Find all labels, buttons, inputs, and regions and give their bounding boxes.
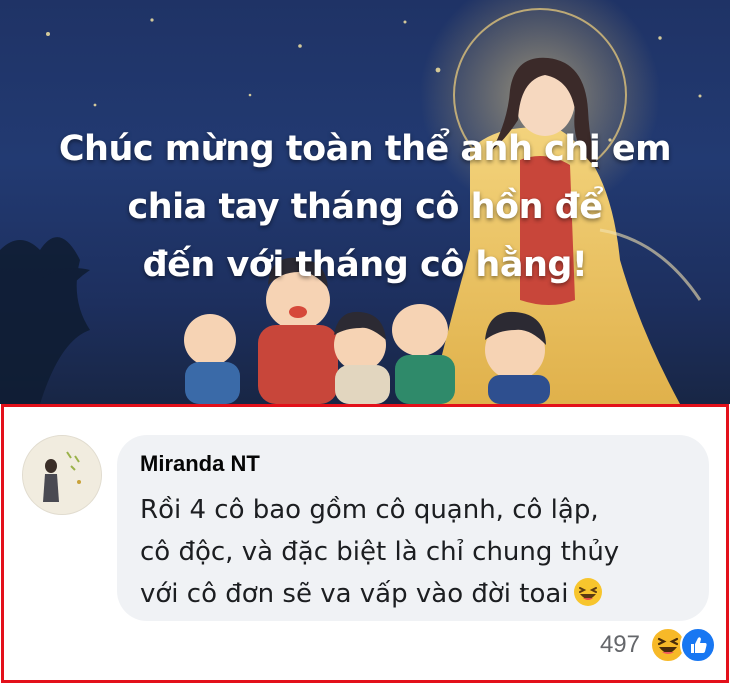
highlight-frame: Miranda NT Rồi 4 cô bao gồm cô quạnh, cô… — [1, 404, 729, 683]
comment-bubble: Miranda NT Rồi 4 cô bao gồm cô quạnh, cô… — [117, 435, 709, 621]
reaction-count[interactable]: 497 — [600, 631, 640, 659]
banner-line: đến với tháng cô hằng! — [142, 245, 588, 285]
comment-text: Rồi 4 cô bao gồm cô quạnh, cô lập, cô độ… — [140, 489, 700, 615]
comment-line: với cô đơn sẽ va vấp vào đời toai — [140, 579, 569, 609]
comment-line-last: với cô đơn sẽ va vấp vào đời toai — [140, 573, 700, 615]
comment-line: cô độc, và đặc biệt là chỉ chung thủy — [140, 537, 620, 567]
comment-line: Rồi 4 cô bao gồm cô quạnh, cô lập, — [140, 495, 599, 525]
like-reaction-icon — [680, 627, 716, 663]
page: Chúc mừng toàn thể anh chị em chia tay t… — [0, 0, 730, 684]
comment-author[interactable]: Miranda NT — [140, 451, 260, 477]
banner-line: Chúc mừng toàn thể anh chị em — [58, 129, 672, 169]
banner-line: chia tay tháng cô hồn để — [127, 187, 604, 227]
avatar[interactable] — [22, 435, 102, 515]
banner-caption: Chúc mừng toàn thể anh chị em chia tay t… — [0, 120, 730, 294]
reaction-summary[interactable]: 497 — [600, 625, 716, 665]
avatar-image — [23, 436, 101, 514]
banner-image: Chúc mừng toàn thể anh chị em chia tay t… — [0, 0, 730, 404]
laughing-emoji-icon — [573, 578, 602, 606]
